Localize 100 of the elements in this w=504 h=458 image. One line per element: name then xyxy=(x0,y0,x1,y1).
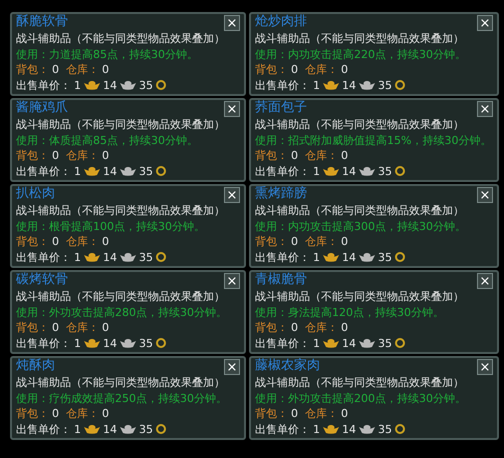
close-button[interactable]: × xyxy=(224,101,240,117)
bag-count: 0 xyxy=(291,406,298,422)
item-name: 炖酥肉 xyxy=(16,358,55,374)
ingot-icon xyxy=(84,166,100,176)
bag-label: 背包： xyxy=(16,234,49,250)
bag-label: 背包： xyxy=(255,406,288,422)
ingot-icon xyxy=(84,424,100,434)
ingot-icon xyxy=(359,338,375,348)
item-name: 酱腌鸡爪 xyxy=(16,100,68,116)
price-amount: 1 xyxy=(74,336,81,351)
item-category: 战斗辅助品（不能与同类型物品效果叠加） xyxy=(16,375,226,390)
coin-icon xyxy=(156,252,166,262)
warehouse-count: 0 xyxy=(102,62,109,78)
price-amount: 35 xyxy=(378,78,392,93)
item-name: 熏烤蹄膀 xyxy=(255,186,307,202)
ingot-icon xyxy=(120,338,136,348)
warehouse-count: 0 xyxy=(341,406,348,422)
item-effect: 使用：体质提高85点，持续30分钟。 xyxy=(16,132,199,148)
close-button[interactable]: × xyxy=(477,273,493,289)
item-category: 战斗辅助品（不能与同类型物品效果叠加） xyxy=(255,31,465,46)
close-button[interactable]: × xyxy=(224,15,240,31)
item-effect: 使用：外功攻击提高280点，持续30分钟。 xyxy=(16,304,228,320)
bag-label: 背包： xyxy=(16,62,49,78)
item-name: 藤椒农家肉 xyxy=(255,358,320,374)
bag-count: 0 xyxy=(291,148,298,164)
item-name: 青椒脆骨 xyxy=(255,272,307,288)
item-name: 荞面包子 xyxy=(255,100,307,116)
price-amount: 1 xyxy=(313,250,320,265)
bag-count: 0 xyxy=(291,320,298,336)
price-label: 出售单价： xyxy=(255,336,310,351)
price-label: 出售单价： xyxy=(16,164,71,179)
price-amount: 1 xyxy=(313,78,320,93)
item-effect: 使用：内功攻击提高300点，持续30分钟。 xyxy=(255,218,467,234)
bag-count: 0 xyxy=(52,234,59,250)
price-label: 出售单价： xyxy=(16,250,71,265)
item-effect: 使用：力道提高85点，持续30分钟。 xyxy=(16,46,199,62)
bag-count: 0 xyxy=(291,62,298,78)
bag-label: 背包： xyxy=(16,148,49,164)
close-button[interactable]: × xyxy=(477,15,493,31)
price-amount: 14 xyxy=(342,422,356,437)
ingot-icon xyxy=(359,80,375,90)
warehouse-label: 仓库： xyxy=(305,148,338,164)
item-category: 战斗辅助品（不能与同类型物品效果叠加） xyxy=(16,117,226,132)
price-amount: 35 xyxy=(139,336,153,351)
bag-count: 0 xyxy=(52,62,59,78)
ingot-icon xyxy=(359,166,375,176)
warehouse-label: 仓库： xyxy=(305,320,338,336)
ingot-icon xyxy=(359,424,375,434)
ingot-icon xyxy=(323,166,339,176)
warehouse-count: 0 xyxy=(102,406,109,422)
close-button[interactable]: × xyxy=(224,273,240,289)
price-label: 出售单价： xyxy=(255,250,310,265)
item-category: 战斗辅助品（不能与同类型物品效果叠加） xyxy=(16,289,226,304)
ingot-icon xyxy=(323,424,339,434)
ingot-icon xyxy=(359,252,375,262)
close-button[interactable]: × xyxy=(224,359,240,375)
warehouse-label: 仓库： xyxy=(305,234,338,250)
warehouse-count: 0 xyxy=(341,148,348,164)
bag-label: 背包： xyxy=(255,320,288,336)
bag-label: 背包： xyxy=(16,406,49,422)
warehouse-count: 0 xyxy=(102,148,109,164)
price-label: 出售单价： xyxy=(255,78,310,93)
price-amount: 35 xyxy=(378,250,392,265)
price-amount: 35 xyxy=(378,164,392,179)
warehouse-label: 仓库： xyxy=(66,148,99,164)
coin-icon xyxy=(156,338,166,348)
coin-icon xyxy=(395,166,405,176)
coin-icon xyxy=(395,80,405,90)
close-button[interactable]: × xyxy=(477,101,493,117)
price-amount: 1 xyxy=(313,422,320,437)
bag-label: 背包： xyxy=(255,234,288,250)
bag-label: 背包： xyxy=(255,148,288,164)
ingot-icon xyxy=(323,338,339,348)
item-effect: 使用：身法提高120点，持续30分钟。 xyxy=(255,304,445,320)
price-amount: 35 xyxy=(378,336,392,351)
price-amount: 1 xyxy=(74,78,81,93)
ingot-icon xyxy=(84,80,100,90)
price-amount: 14 xyxy=(342,336,356,351)
warehouse-count: 0 xyxy=(341,234,348,250)
close-button[interactable]: × xyxy=(224,187,240,203)
price-amount: 14 xyxy=(103,250,117,265)
price-amount: 35 xyxy=(139,422,153,437)
item-name: 酥脆软骨 xyxy=(16,14,68,30)
close-button[interactable]: × xyxy=(477,359,493,375)
price-amount: 14 xyxy=(342,164,356,179)
warehouse-label: 仓库： xyxy=(66,62,99,78)
bag-count: 0 xyxy=(291,234,298,250)
price-label: 出售单价： xyxy=(255,422,310,437)
ingot-icon xyxy=(120,424,136,434)
close-button[interactable]: × xyxy=(477,187,493,203)
warehouse-label: 仓库： xyxy=(305,62,338,78)
price-label: 出售单价： xyxy=(16,336,71,351)
item-category: 战斗辅助品（不能与同类型物品效果叠加） xyxy=(255,375,465,390)
bag-count: 0 xyxy=(52,406,59,422)
warehouse-count: 0 xyxy=(341,62,348,78)
bag-count: 0 xyxy=(52,148,59,164)
price-amount: 14 xyxy=(342,78,356,93)
price-amount: 1 xyxy=(74,422,81,437)
item-effect: 使用：招式附加威胁值提高15%，持续30分钟。 xyxy=(255,132,492,148)
item-category: 战斗辅助品（不能与同类型物品效果叠加） xyxy=(16,31,226,46)
